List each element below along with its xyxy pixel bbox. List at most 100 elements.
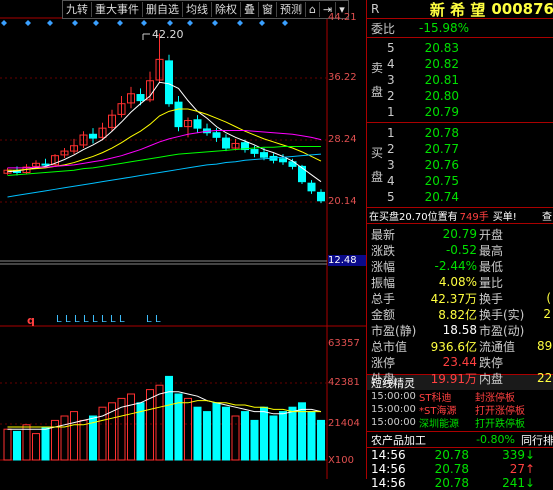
buy-level-row[interactable]: 5 20.74	[387, 189, 552, 205]
quote-label-right: 最低	[479, 259, 504, 274]
signal-l-mark: L	[83, 314, 89, 325]
signal-l-marks: LLLLLLLLLL	[56, 314, 176, 326]
quote-label: 振幅	[371, 275, 396, 290]
event-diamond-icon	[167, 20, 173, 26]
toolbar-exright[interactable]: 除权	[212, 2, 241, 17]
toolbar-overlay[interactable]: 叠	[241, 2, 259, 17]
level-number: 4	[387, 57, 395, 71]
level-price: 20.76	[424, 158, 459, 172]
level-number: 5	[387, 190, 395, 204]
tick-price: 20.78	[434, 462, 469, 476]
level-price: 20.75	[424, 174, 459, 188]
short-wizard-item[interactable]: 15:00:00 深圳能源 打开跌停板	[367, 416, 553, 430]
sell-level-row[interactable]: 4 20.82	[387, 56, 552, 72]
quote-row: 涨停 23.44 跌停	[367, 354, 553, 370]
volume-bar	[155, 384, 164, 461]
toolbar-remove-watchlist[interactable]: 删自选	[143, 2, 183, 17]
sell-level-row[interactable]: 1 20.79	[387, 104, 552, 120]
tick-time: 14:56	[371, 462, 406, 476]
buy-level-row[interactable]: 3 20.76	[387, 157, 552, 173]
quote-value: 23.44	[442, 355, 477, 369]
event-diamond-icon	[25, 20, 31, 26]
buy-level-row[interactable]: 1 20.78	[387, 125, 552, 141]
event-time: 15:00:00	[371, 417, 416, 428]
signal-l-mark: L	[155, 314, 161, 325]
quote-value: 18.58	[442, 323, 477, 337]
sell-level-row[interactable]: 5 20.83	[387, 40, 552, 56]
stock-code[interactable]: 000876	[491, 0, 553, 18]
level-price: 20.79	[424, 105, 459, 119]
volume-bar	[13, 430, 21, 461]
quote-label: 涨幅	[371, 259, 396, 274]
sector-row[interactable]: 农产品加工 -0.80% 同行排	[367, 432, 553, 448]
signal-l-mark: L	[101, 314, 107, 325]
event-diamond-icon	[282, 20, 288, 26]
moving-averages	[7, 81, 322, 198]
sector-change: -0.80%	[476, 433, 515, 446]
sell-side-label: 卖盘	[371, 61, 384, 99]
volume-bar	[260, 406, 268, 461]
quote-row: 涨幅 -2.44% 最低	[367, 258, 553, 274]
current-price-tag: 12.48	[328, 255, 366, 266]
candle-body	[212, 132, 221, 138]
volume-bar	[288, 406, 297, 461]
tick-list: 14:56 20.78 339 ↓ 14:56 20.78 27 ↑ 14:56 20.78 241…	[367, 448, 553, 490]
level-number: 2	[387, 89, 395, 103]
quote-label: 金额	[371, 307, 396, 322]
quote-value: -0.52	[445, 243, 477, 257]
quote-label-right: 开盘	[479, 227, 504, 242]
level-price: 20.74	[424, 190, 459, 204]
toolbar-jiuzhuan[interactable]: 九转	[63, 2, 92, 17]
signal-l-mark: L	[146, 314, 152, 325]
toolbar-forecast[interactable]: 预测	[277, 2, 306, 17]
kline-chart-area[interactable]: 42.20 九转 重大事件 删自选 均线 除权 叠 窗 预测 ⌂ ⇥ ▾ 44.…	[0, 0, 366, 479]
buy-level-row[interactable]: 4 20.75	[387, 173, 552, 189]
stock-name[interactable]: 新 希 望	[391, 0, 491, 20]
candle-body	[165, 60, 173, 105]
level-number: 3	[387, 73, 395, 87]
volume-bar	[269, 415, 278, 461]
home-icon[interactable]: ⌂	[306, 2, 320, 17]
volume-bar	[193, 406, 202, 461]
candle-body	[193, 119, 202, 129]
candle-body	[279, 158, 287, 163]
order-alert-banner[interactable]: 在买盘20.70位置有 749手 买单! 查	[367, 208, 553, 224]
event-diamond-icon	[72, 20, 78, 26]
signal-q-label: q	[27, 314, 35, 327]
banner-extra[interactable]: 查	[542, 208, 553, 223]
volume-tick: 42381	[328, 377, 360, 388]
high-marker-label: 42.20	[152, 28, 184, 41]
quote-value: 20.79	[442, 227, 477, 241]
quote-value-right: 89	[537, 339, 553, 353]
price-tick: 20.14	[328, 196, 357, 207]
toolbar-major-events[interactable]: 重大事件	[92, 2, 143, 17]
buy-book: 买盘 1 20.78 2 20.77 3 20.76 4 20.75 5 20.74	[367, 123, 553, 208]
toolbar-window[interactable]: 窗	[259, 2, 277, 17]
event-markers[interactable]	[1, 20, 288, 26]
quote-row: 金额 8.82亿 换手(实) 2	[367, 306, 553, 322]
volume-bar	[231, 415, 240, 461]
tick-price: 20.78	[434, 476, 469, 490]
volume-unit: X100	[328, 455, 354, 466]
tick-volume: 27	[509, 462, 525, 476]
candle-body	[136, 94, 145, 102]
signal-l-mark: L	[74, 314, 80, 325]
event-diamond-icon	[93, 20, 99, 26]
sell-level-row[interactable]: 2 20.80	[387, 88, 552, 104]
event-diamond-icon	[1, 20, 7, 26]
level-number: 2	[387, 142, 395, 156]
kline-chart-svg[interactable]: 42.20	[0, 0, 366, 479]
toolbar-ma[interactable]: 均线	[183, 2, 212, 17]
quote-label-right: 换手(实)	[479, 307, 525, 322]
event-diamond-icon	[259, 20, 265, 26]
event-time: 15:00:00	[371, 404, 416, 415]
level-number: 5	[387, 41, 395, 55]
quote-value-right: 2	[543, 307, 551, 321]
volume-bar	[203, 411, 211, 461]
tick-time: 14:56	[371, 476, 406, 490]
buy-level-row[interactable]: 2 20.77	[387, 141, 552, 157]
candle-body	[222, 137, 230, 149]
sell-level-row[interactable]: 3 20.81	[387, 72, 552, 88]
sector-name: 农产品加工	[371, 433, 426, 447]
weibi-row: 委比 -15.98%	[367, 19, 553, 38]
